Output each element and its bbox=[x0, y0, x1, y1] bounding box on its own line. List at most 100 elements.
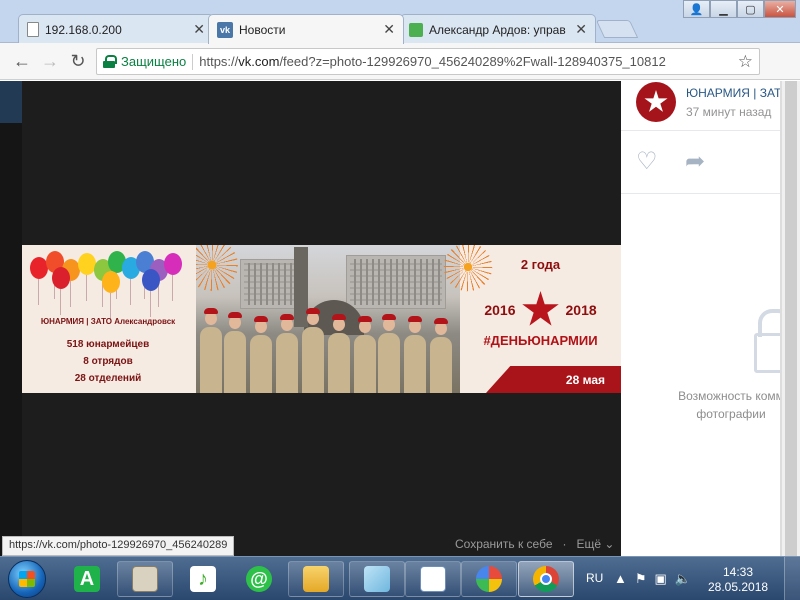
monument-pillar bbox=[294, 247, 308, 327]
banner-hashtag: #ДЕНЬЮНАРМИИ bbox=[483, 333, 598, 348]
yunarmia-star-icon bbox=[644, 90, 668, 112]
taskbar-wordpad[interactable] bbox=[405, 561, 461, 597]
folder-icon bbox=[303, 566, 329, 592]
taskbar-app-a[interactable]: A bbox=[62, 561, 112, 597]
taskbar-chrome[interactable] bbox=[518, 561, 574, 597]
new-tab-button[interactable] bbox=[595, 20, 639, 38]
url-text[interactable]: https://vk.com/feed?z=photo-129926970_45… bbox=[199, 54, 732, 69]
show-desktop-button[interactable] bbox=[784, 557, 800, 600]
scrollbar-thumb[interactable] bbox=[785, 81, 797, 556]
taskbar-notepad[interactable] bbox=[349, 561, 405, 597]
back-arrow-icon[interactable]: ← bbox=[8, 47, 36, 75]
person bbox=[430, 318, 452, 393]
banner-end-year: 2018 bbox=[565, 302, 597, 318]
music-icon: ♪ bbox=[190, 566, 216, 592]
restricted-line: Возможность комм bbox=[678, 389, 781, 403]
user-icon[interactable]: 👤 bbox=[683, 0, 710, 18]
reload-icon[interactable]: ↻ bbox=[64, 47, 92, 75]
post-author-header: ЮНАРМИЯ | ЗАТО 37 минут назад bbox=[621, 81, 780, 131]
show-hidden-icons-icon[interactable]: ▲ bbox=[614, 571, 627, 587]
banner-stat: 518 юнармейцев bbox=[66, 339, 150, 350]
address-bar[interactable]: Защищено https://vk.com/feed?z=photo-129… bbox=[96, 48, 760, 75]
post-actions: ♡ ➦ bbox=[621, 132, 780, 194]
windows-taskbar: A ♪ @ RU ▲ ⚑ ▣ 🔈 14:33 28.05.2018 bbox=[0, 556, 800, 600]
balloon-icon bbox=[142, 269, 160, 317]
banner-left-panel: ЮНАРМИЯ | ЗАТО Александровск 518 юнармей… bbox=[22, 245, 194, 393]
network-icon[interactable]: ▣ bbox=[655, 571, 667, 587]
yunarmia-star-icon bbox=[522, 291, 559, 326]
person bbox=[328, 314, 350, 393]
more-menu[interactable]: Ещё ⌄ bbox=[577, 537, 615, 551]
paint-icon bbox=[476, 566, 502, 592]
maximize-icon[interactable]: ▢ bbox=[737, 0, 764, 18]
minimize-icon[interactable]: ▁ bbox=[710, 0, 737, 18]
banner-stats: ЮНАРМИЯ | ЗАТО Александровск 518 юнармей… bbox=[22, 317, 194, 387]
tab-router[interactable]: 192.168.0.200 ✕ bbox=[18, 14, 214, 44]
tray-icons: ▲ ⚑ ▣ 🔈 bbox=[614, 571, 691, 587]
tab-title: Новости bbox=[239, 22, 286, 37]
banner-right-panel: 2 года 2016 2018 #ДЕНЬЮНАРМИИ 28 мая bbox=[440, 245, 621, 393]
banner-stat: 28 отделений bbox=[74, 373, 142, 384]
person bbox=[302, 308, 324, 393]
photo-sidebar: ЮНАРМИЯ | ЗАТО 37 минут назад ♡ ➦ Возмож… bbox=[621, 81, 781, 556]
balloon-icon bbox=[164, 253, 182, 301]
taskbar-music[interactable]: ♪ bbox=[178, 561, 228, 597]
vk-icon: vk bbox=[217, 21, 233, 38]
close-icon[interactable]: ✕ bbox=[383, 21, 395, 38]
tab-ardov[interactable]: Александр Ардов: управ ✕ bbox=[400, 14, 596, 44]
app-a-icon: A bbox=[74, 566, 100, 592]
clock-time: 14:33 bbox=[722, 565, 754, 579]
background-page bbox=[0, 81, 22, 556]
group-photo bbox=[196, 245, 460, 393]
mail-at-icon: @ bbox=[246, 566, 272, 592]
forward-arrow-icon[interactable]: → bbox=[36, 47, 64, 75]
banner-anniversary: 2 года bbox=[520, 257, 561, 272]
tab-strip: 192.168.0.200 ✕ vk Новости ✕ Александр А… bbox=[0, 0, 800, 44]
viewer-actions: Сохранить к себе · Ещё ⌄ bbox=[455, 537, 614, 551]
close-icon[interactable]: ✕ bbox=[575, 21, 587, 38]
vk-header-strip bbox=[0, 81, 22, 123]
post-time[interactable]: 37 минут назад bbox=[686, 105, 771, 119]
secure-label: Защищено bbox=[121, 54, 187, 69]
url-path: /feed?z=photo-129926970_456240289%2Fwall… bbox=[279, 54, 666, 69]
taskbar-news[interactable] bbox=[117, 561, 173, 597]
window-controls: 👤 ▁ ▢ ✕ bbox=[683, 0, 796, 18]
taskbar-explorer[interactable] bbox=[288, 561, 344, 597]
bookmark-star-icon[interactable]: ☆ bbox=[738, 52, 753, 72]
page-scrollbar[interactable] bbox=[781, 81, 800, 556]
person bbox=[354, 316, 376, 393]
author-name[interactable]: ЮНАРМИЯ | ЗАТО bbox=[686, 86, 780, 100]
person bbox=[200, 308, 222, 393]
close-window-icon[interactable]: ✕ bbox=[764, 0, 796, 18]
divider bbox=[192, 53, 194, 70]
flag-icon[interactable]: ⚑ bbox=[635, 571, 647, 587]
tab-title: 192.168.0.200 bbox=[45, 22, 122, 37]
banner-stat: 8 отрядов bbox=[83, 356, 133, 367]
volume-icon[interactable]: 🔈 bbox=[675, 571, 691, 587]
tab-vk-news[interactable]: vk Новости ✕ bbox=[208, 14, 404, 44]
padlock-icon bbox=[754, 309, 780, 373]
person bbox=[276, 314, 298, 393]
green-square-icon bbox=[409, 22, 423, 37]
save-to-self-link[interactable]: Сохранить к себе bbox=[455, 537, 553, 551]
avatar[interactable] bbox=[636, 82, 676, 122]
wordpad-icon bbox=[420, 566, 446, 592]
restricted-line: фотографии bbox=[696, 407, 766, 421]
person bbox=[224, 312, 246, 393]
taskbar-mail[interactable]: @ bbox=[234, 561, 284, 597]
tab-title: Александр Ардов: управ bbox=[429, 22, 566, 37]
photo-banner[interactable]: ЮНАРМИЯ | ЗАТО Александровск 518 юнармей… bbox=[22, 245, 621, 393]
language-indicator[interactable]: RU bbox=[586, 571, 603, 585]
clock[interactable]: 14:33 28.05.2018 bbox=[708, 565, 768, 595]
system-tray: RU ▲ ⚑ ▣ 🔈 14:33 28.05.2018 bbox=[578, 557, 800, 600]
close-icon[interactable]: ✕ bbox=[193, 21, 205, 38]
share-arrow-icon[interactable]: ➦ bbox=[685, 150, 705, 174]
taskbar-paint[interactable] bbox=[461, 561, 517, 597]
browser-toolbar: ← → ↻ Защищено https://vk.com/feed?z=pho… bbox=[0, 43, 800, 109]
person bbox=[404, 316, 426, 393]
start-button[interactable] bbox=[2, 557, 52, 600]
status-url-tooltip: https://vk.com/photo-129926970_456240289 bbox=[2, 536, 235, 556]
heart-icon[interactable]: ♡ bbox=[636, 150, 658, 174]
url-domain: vk.com bbox=[238, 54, 280, 69]
url-scheme: https:// bbox=[199, 54, 239, 69]
